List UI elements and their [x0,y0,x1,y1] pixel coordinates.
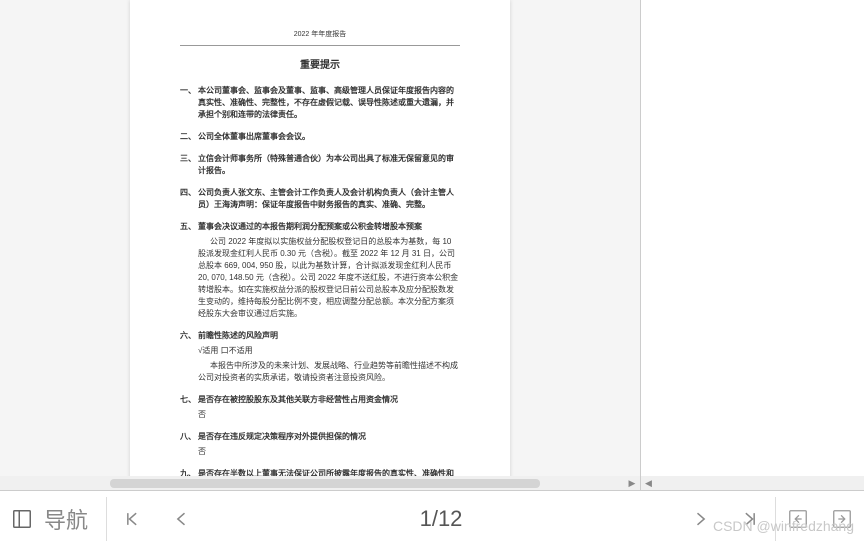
section-num: 一、 [180,85,198,121]
section-heading: 公司全体董事出席董事会会议。 [198,131,460,143]
section-num: 五、 [180,221,198,233]
section-body: 公司 2022 年度拟以实施权益分配股权登记日的总股本为基数，每 10 股派发现… [198,236,460,320]
section-num: 四、 [180,187,198,211]
section-body: √适用 口不适用 [198,345,460,357]
chevron-right-icon [690,509,710,529]
section-num: 三、 [180,153,198,177]
sidebar-icon [11,508,33,530]
back-button[interactable] [776,491,820,546]
last-page-icon [740,509,760,529]
horizontal-scrollbar[interactable]: ▶ [0,476,640,490]
section-num: 二、 [180,131,198,143]
section-body: 否 [198,409,460,421]
next-page-button[interactable] [675,491,725,546]
first-page-icon [122,509,142,529]
section-heading: 董事会决议通过的本报告期利润分配预案或公积金转增股本预案 [198,221,460,233]
bottom-toolbar: 导航 1/12 [0,490,864,546]
last-page-button[interactable] [725,491,775,546]
document-page: 2022 年年度报告 重要提示 一、本公司董事会、监事会及董事、监事、高级管理人… [130,0,510,490]
page-running-header: 2022 年年度报告 [180,30,460,46]
section-heading: 是否存在违反规定决策程序对外提供担保的情况 [198,431,460,443]
box-arrow-left-icon [787,508,809,530]
side-panel-scrollbar[interactable]: ◀ [641,476,864,490]
chevron-left-icon [172,509,192,529]
section-num: 八、 [180,431,198,443]
navigation-label[interactable]: 导航 [44,503,106,535]
previous-page-button[interactable] [157,491,207,546]
box-arrow-right-icon [831,508,853,530]
section-heading: 公司负责人张文东、主管会计工作负责人及会计机构负责人（会计主管人员）王海涛声明：… [198,187,460,211]
section-heading: 本公司董事会、监事会及董事、监事、高级管理人员保证年度报告内容的真实性、准确性、… [198,85,460,121]
section-num: 七、 [180,394,198,406]
section-body: 否 [198,446,460,458]
section-heading: 前瞻性陈述的风险声明 [198,330,460,342]
page-title: 重要提示 [180,58,460,73]
navigation-panel-button[interactable] [0,491,44,546]
scrollbar-thumb[interactable] [110,479,540,488]
scrollbar-right-arrow-icon[interactable]: ▶ [626,478,638,489]
first-page-button[interactable] [107,491,157,546]
section-heading: 立信会计师事务所（特殊普通合伙）为本公司出具了标准无保留意见的审计报告。 [198,153,460,177]
section-num: 六、 [180,330,198,342]
side-panel: ◀ [640,0,864,490]
scrollbar-left-arrow-icon[interactable]: ◀ [645,478,652,489]
section-body: 本报告中所涉及的未来计划、发展战略、行业趋势等前瞻性描述不构成公司对投资者的实质… [198,360,460,384]
forward-button[interactable] [820,491,864,546]
page-indicator[interactable]: 1/12 [207,506,675,532]
section-heading: 是否存在被控股股东及其他关联方非经营性占用资金情况 [198,394,460,406]
document-viewer: 2022 年年度报告 重要提示 一、本公司董事会、监事会及董事、监事、高级管理人… [0,0,640,490]
